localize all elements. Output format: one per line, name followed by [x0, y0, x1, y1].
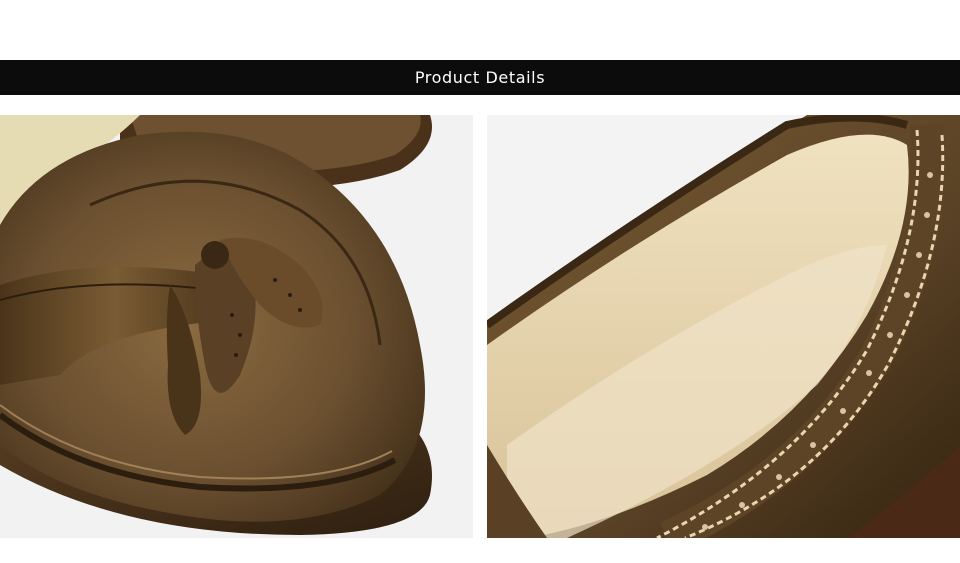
brogue-loafer-illustration — [487, 115, 960, 538]
tassel-loafer-photo — [0, 115, 473, 538]
brogue-loafer-photo — [487, 115, 960, 538]
banner-title: Product Details — [414, 68, 546, 87]
product-details-banner: Product Details — [0, 60, 960, 95]
tassel-loafer-illustration — [0, 115, 473, 538]
